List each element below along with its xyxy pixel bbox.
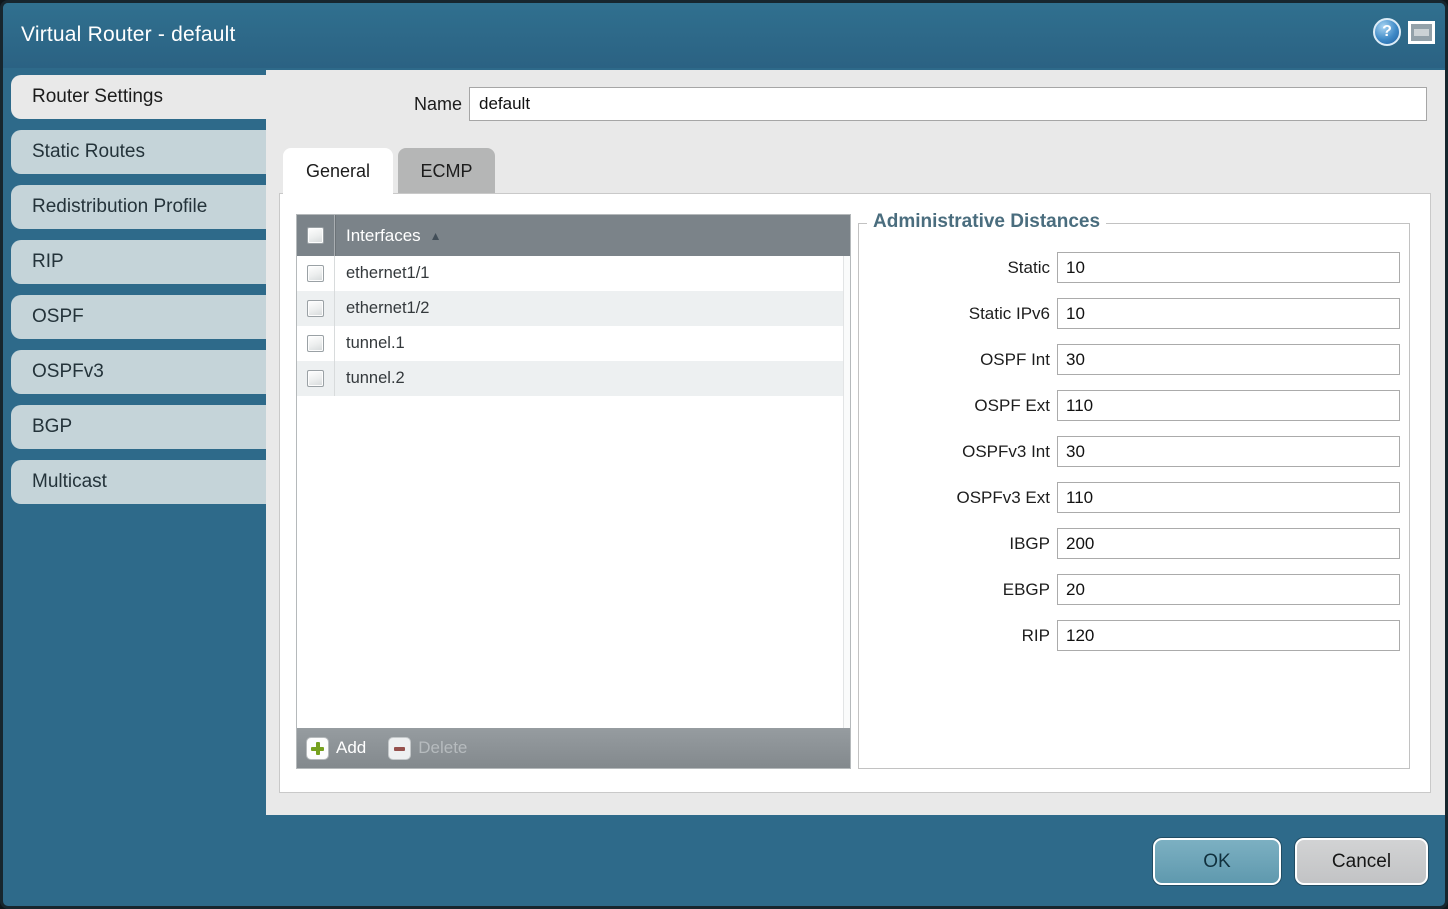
table-toolbar: Add Delete xyxy=(297,728,850,768)
title-bar: Virtual Router - default ? xyxy=(3,3,1445,68)
add-button[interactable]: Add xyxy=(306,737,366,760)
static-ipv6-input[interactable] xyxy=(1057,298,1400,329)
interface-name: tunnel.2 xyxy=(335,369,405,388)
sidebar-item-ospfv3[interactable]: OSPFv3 xyxy=(11,350,266,394)
static-label: Static xyxy=(859,252,1050,283)
delete-button[interactable]: Delete xyxy=(388,737,467,760)
field-row-ospfv3-ext: OSPFv3 Ext xyxy=(859,482,1409,513)
tab-general[interactable]: General xyxy=(283,148,393,196)
row-checkbox[interactable] xyxy=(307,335,324,352)
row-checkbox[interactable] xyxy=(307,370,324,387)
field-row-ospf-int: OSPF Int xyxy=(859,344,1409,375)
interface-name: ethernet1/1 xyxy=(335,264,429,283)
minus-icon xyxy=(388,737,411,760)
interface-name: ethernet1/2 xyxy=(335,299,429,318)
sidebar-item-redistribution-profile[interactable]: Redistribution Profile xyxy=(11,185,266,229)
rip-input[interactable] xyxy=(1057,620,1400,651)
interfaces-column-header[interactable]: Interfaces ▲ xyxy=(297,215,850,256)
table-row-ethernet1-2[interactable]: ethernet1/2 xyxy=(297,291,850,326)
row-checkbox[interactable] xyxy=(307,265,324,282)
sidebar-item-static-routes[interactable]: Static Routes xyxy=(11,130,266,174)
ospfv3-ext-input[interactable] xyxy=(1057,482,1400,513)
window-restore-icon[interactable] xyxy=(1408,21,1435,44)
table-scrollbar[interactable] xyxy=(843,256,850,728)
add-button-label: Add xyxy=(336,738,366,758)
field-row-rip: RIP xyxy=(859,620,1409,651)
field-row-ospf-ext: OSPF Ext xyxy=(859,390,1409,421)
table-row-tunnel-1[interactable]: tunnel.1 xyxy=(297,326,850,361)
ospf-ext-label: OSPF Ext xyxy=(859,390,1050,421)
interfaces-table-body: ethernet1/1 ethernet1/2 tunnel.1 xyxy=(297,256,850,728)
cancel-button[interactable]: Cancel xyxy=(1295,838,1428,885)
ibgp-label: IBGP xyxy=(859,528,1050,559)
field-row-ospfv3-int: OSPFv3 Int xyxy=(859,436,1409,467)
ebgp-label: EBGP xyxy=(859,574,1050,605)
field-row-ebgp: EBGP xyxy=(859,574,1409,605)
sidebar: Router Settings Static Routes Redistribu… xyxy=(3,70,266,906)
interface-name: tunnel.1 xyxy=(335,334,405,353)
row-checkbox-cell xyxy=(297,326,335,361)
field-row-static: Static xyxy=(859,252,1409,283)
sort-ascending-icon: ▲ xyxy=(430,229,442,243)
sidebar-item-rip[interactable]: RIP xyxy=(11,240,266,284)
select-all-cell xyxy=(297,215,335,256)
select-all-checkbox[interactable] xyxy=(307,227,324,244)
sidebar-item-multicast[interactable]: Multicast xyxy=(11,460,266,504)
administrative-distances-fields: Static Static IPv6 OSPF Int OSPF Ext xyxy=(859,252,1409,666)
general-tab-panel: Interfaces ▲ ethernet1/1 etherne xyxy=(279,193,1431,793)
ospf-ext-input[interactable] xyxy=(1057,390,1400,421)
table-row-ethernet1-1[interactable]: ethernet1/1 xyxy=(297,256,850,291)
name-field-label: Name xyxy=(266,87,462,121)
ok-button[interactable]: OK xyxy=(1153,838,1281,885)
delete-button-label: Delete xyxy=(418,738,467,758)
static-input[interactable] xyxy=(1057,252,1400,283)
name-input[interactable] xyxy=(469,87,1427,121)
tab-ecmp[interactable]: ECMP xyxy=(398,148,495,193)
interfaces-column-label: Interfaces xyxy=(335,226,421,246)
ospfv3-ext-label: OSPFv3 Ext xyxy=(859,482,1050,513)
rip-label: RIP xyxy=(859,620,1050,651)
table-row-tunnel-2[interactable]: tunnel.2 xyxy=(297,361,850,396)
sidebar-item-ospf[interactable]: OSPF xyxy=(11,295,266,339)
sidebar-item-bgp[interactable]: BGP xyxy=(11,405,266,449)
row-checkbox-cell xyxy=(297,256,335,291)
ospfv3-int-input[interactable] xyxy=(1057,436,1400,467)
ebgp-input[interactable] xyxy=(1057,574,1400,605)
interfaces-table: Interfaces ▲ ethernet1/1 etherne xyxy=(296,214,851,769)
field-row-static-ipv6: Static IPv6 xyxy=(859,298,1409,329)
sidebar-item-router-settings[interactable]: Router Settings xyxy=(11,75,266,119)
window-restore-icon-inner xyxy=(1414,29,1429,36)
ospfv3-int-label: OSPFv3 Int xyxy=(859,436,1050,467)
row-checkbox[interactable] xyxy=(307,300,324,317)
help-icon[interactable]: ? xyxy=(1373,18,1401,46)
content-area: Name General ECMP Interfaces ▲ xyxy=(266,70,1448,815)
administrative-distances-legend: Administrative Distances xyxy=(867,211,1106,233)
field-row-ibgp: IBGP xyxy=(859,528,1409,559)
administrative-distances-group: Administrative Distances Static Static I… xyxy=(858,223,1410,769)
plus-icon xyxy=(306,737,329,760)
virtual-router-dialog: Virtual Router - default ? Router Settin… xyxy=(0,0,1448,909)
dialog-title: Virtual Router - default xyxy=(21,3,236,67)
ospf-int-input[interactable] xyxy=(1057,344,1400,375)
ibgp-input[interactable] xyxy=(1057,528,1400,559)
ospf-int-label: OSPF Int xyxy=(859,344,1050,375)
static-ipv6-label: Static IPv6 xyxy=(859,298,1050,329)
row-checkbox-cell xyxy=(297,291,335,326)
row-checkbox-cell xyxy=(297,361,335,396)
